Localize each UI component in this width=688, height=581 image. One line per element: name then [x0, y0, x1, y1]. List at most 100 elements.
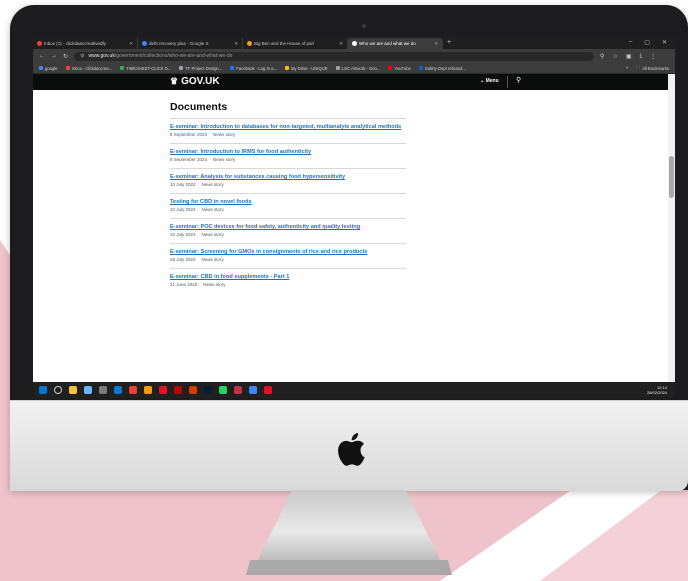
document-meta: 8 September 2023 News story	[170, 132, 406, 137]
bookmark-item[interactable]: Safety Dept rebrand...	[418, 66, 466, 71]
bookmark-label: TF Project Design...	[185, 65, 223, 71]
bookmark-label: My Drive - UNIQUE	[290, 65, 328, 71]
tab-label: Who we are and what we do	[359, 41, 416, 46]
crown-icon: ♛	[170, 76, 179, 86]
document-link[interactable]: E-seminar: Screening for GMOs in consign…	[170, 248, 406, 256]
tab-label: Big Ben and the House of parl	[254, 41, 315, 46]
bookmark-item[interactable]: My Drive - UNIQUE	[284, 65, 328, 71]
forward-icon[interactable]: →	[51, 53, 57, 59]
more-options-icon[interactable]: ⋮	[650, 53, 656, 60]
app-icon[interactable]	[189, 386, 197, 394]
maximize-button[interactable]: ▢	[644, 39, 650, 46]
scrollbar-thumb[interactable]	[669, 156, 674, 198]
bookmark-favicon-icon	[179, 66, 184, 70]
whatsapp-icon[interactable]	[219, 386, 227, 394]
bookmark-label: YouTube	[394, 65, 411, 71]
menu-button[interactable]: ⌄ Menu	[480, 78, 499, 84]
bookmark-item[interactable]: TIMESHEET-CLICK D...	[120, 66, 171, 71]
bookmark-star-icon[interactable]: ☆	[612, 53, 617, 60]
app-icon[interactable]	[264, 386, 272, 394]
screen: Inbox (1) - clickdaaccreativedfy ✕ debt re…	[33, 36, 675, 398]
tab-favicon-icon	[37, 41, 42, 46]
search-icon[interactable]: ⚲	[516, 76, 521, 84]
document-type: News story	[201, 207, 224, 212]
document-type: News story	[203, 282, 226, 287]
bookmark-item[interactable]: Facebook - Log In o...	[230, 66, 277, 71]
document-type: News story	[213, 132, 236, 137]
document-item: E-seminar: POC devices for food safety, …	[170, 218, 406, 243]
zoom-icon[interactable]: ⚲	[600, 53, 604, 60]
gov-header: ♛ GOV.UK ⌄ Menu ⚲	[33, 74, 668, 90]
page-scrollbar[interactable]	[668, 74, 675, 382]
bookmark-favicon-icon	[65, 66, 70, 70]
url-path: /government/collections/who-we-are-and-w…	[114, 53, 233, 59]
url-input[interactable]: ⚙ www.gov.uk/government/collections/who-…	[74, 51, 595, 61]
document-link[interactable]: E-seminar: Introduction to databases for…	[170, 123, 406, 131]
acrobat-icon[interactable]	[174, 386, 182, 394]
close-tab-icon[interactable]: ✕	[234, 41, 238, 47]
windows-icon[interactable]	[114, 386, 122, 394]
document-meta: 21 June 2022 News story	[170, 282, 406, 287]
new-tab-button[interactable]: +	[447, 39, 451, 46]
document-link[interactable]: E-seminar: Introduction to IRMS for food…	[170, 148, 406, 156]
gov-logo-link[interactable]: ♛ GOV.UK	[170, 76, 220, 87]
document-link[interactable]: E-seminar: POC devices for food safety, …	[170, 223, 406, 231]
bookmark-label: LGC Artwork - Goo...	[341, 65, 381, 71]
app-icon[interactable]	[159, 386, 167, 394]
site-info-icon[interactable]: ⚙	[80, 53, 84, 59]
chrome-icon[interactable]	[249, 386, 257, 394]
photoshop-icon[interactable]	[204, 386, 212, 394]
tab-favicon-icon	[142, 41, 147, 46]
file-explorer-icon[interactable]	[69, 386, 77, 394]
all-bookmarks-button[interactable]: 🗀 All Bookmarks	[636, 65, 669, 72]
bookmark-item[interactable]: LGC Artwork - Goo...	[335, 65, 381, 71]
documents-list: E-seminar: Introduction to databases for…	[170, 118, 406, 293]
browser-tab[interactable]: Big Ben and the House of parl ✕	[243, 38, 348, 49]
bookmark-item[interactable]: Inbox - clickdaccrea...	[65, 66, 112, 71]
close-window-button[interactable]: ✕	[662, 39, 667, 46]
tab-favicon-icon	[247, 41, 252, 46]
bookmark-label: Facebook - Log In o...	[236, 65, 277, 71]
browser-tab[interactable]: Who we are and what we do ✕	[348, 38, 443, 49]
browser-tab[interactable]: Inbox (1) - clickdaaccreativedfy ✕	[33, 38, 138, 49]
bookmark-item[interactable]: YouTube	[388, 65, 411, 71]
system-clock[interactable]: 12:14 28/02/2024	[647, 385, 675, 395]
search-icon[interactable]	[54, 386, 62, 394]
close-tab-icon[interactable]: ✕	[434, 41, 438, 47]
document-meta: 8 September 2023 News story	[170, 157, 406, 162]
bookmarks-overflow-icon[interactable]: »	[626, 65, 628, 72]
bookmark-favicon-icon	[230, 66, 235, 70]
document-meta: 10 July 2023 News story	[170, 232, 406, 237]
document-item: Testing for CBD in novel foods 10 July 20…	[170, 193, 406, 218]
close-tab-icon[interactable]: ✕	[129, 41, 133, 47]
extensions-icon[interactable]: ▣	[626, 53, 632, 60]
app-icon[interactable]	[99, 386, 107, 394]
document-item: E-seminar: Analysis for substances causi…	[170, 168, 406, 193]
app-icon[interactable]	[84, 386, 92, 394]
document-link[interactable]: E-seminar: Analysis for substances causi…	[170, 173, 406, 181]
minimize-button[interactable]: –	[629, 39, 632, 46]
close-tab-icon[interactable]: ✕	[339, 41, 343, 47]
chrome-icon[interactable]	[129, 386, 137, 394]
windows-start-icon[interactable]	[39, 386, 47, 394]
address-bar-row: ← → ↻ ⚙ www.gov.uk/government/collection…	[33, 49, 675, 63]
apple-logo-icon	[338, 433, 365, 466]
document-date: 21 June 2022	[170, 282, 198, 287]
back-icon[interactable]: ←	[39, 53, 45, 59]
document-type: News story	[201, 257, 224, 262]
browser-tab[interactable]: debt recovery plus - Google S ✕	[138, 38, 243, 49]
document-link[interactable]: Testing for CBD in novel foods	[170, 198, 406, 206]
document-type: News story	[201, 232, 224, 237]
bookmark-item[interactable]: google	[39, 66, 58, 71]
app-icon[interactable]	[144, 386, 152, 394]
reload-icon[interactable]: ↻	[63, 53, 68, 60]
app-icon[interactable]	[234, 386, 242, 394]
document-date: 29 July 2022	[170, 257, 196, 262]
document-item: E-seminar: Introduction to databases for…	[170, 118, 406, 143]
document-date: 10 July 2023	[170, 207, 196, 212]
header-divider	[507, 76, 508, 88]
document-date: 10 July 2023	[170, 182, 196, 187]
download-icon[interactable]: ⤓	[640, 53, 643, 60]
document-link[interactable]: E-seminar: CBD in food supplements - Par…	[170, 273, 406, 281]
bookmark-item[interactable]: TF Project Design...	[179, 66, 222, 71]
